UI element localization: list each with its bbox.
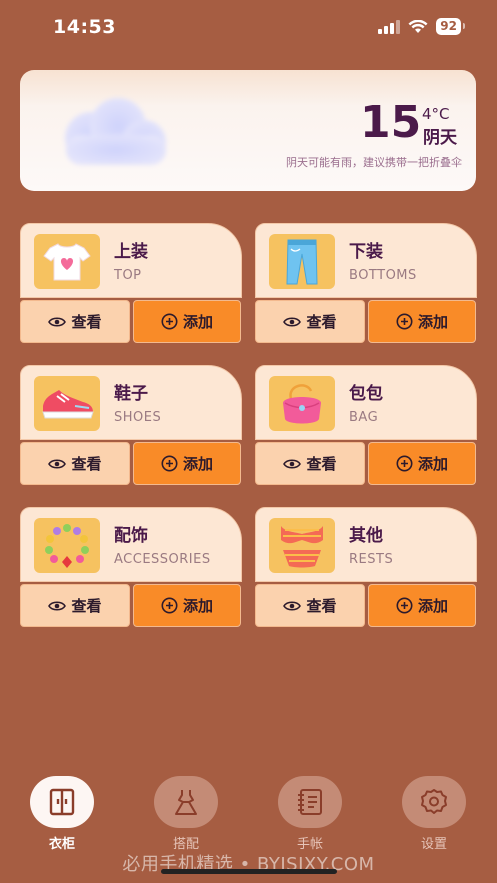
temperature-unit: 4°C [422,105,450,123]
eye-icon [283,316,302,327]
cloud-icon [65,98,166,165]
dress-icon [175,790,197,815]
add-button-label: 添加 [417,597,448,615]
battery-indicator: 92 [436,18,465,35]
category-subtitle: SHOES [114,410,162,425]
plus-circle-icon [161,597,178,614]
add-shoes-button[interactable]: 添加 [133,442,241,485]
temperature-value: 15 [360,97,422,148]
view-button-label: 查看 [71,597,102,615]
view-accessories-button[interactable]: 查看 [20,584,130,627]
view-shoes-button[interactable]: 查看 [20,442,130,485]
necklace-icon [34,518,100,573]
view-button-label: 查看 [306,455,337,473]
category-title: 鞋子 [114,384,148,404]
plus-circle-icon [161,313,178,330]
category-title: 下装 [349,242,383,262]
category-title: 配饰 [114,526,148,546]
eye-icon [48,316,67,327]
add-button-label: 添加 [182,597,213,615]
bikini-icon [269,518,335,573]
nav-item-settings[interactable]: 设置 [402,776,466,852]
notebook-icon [298,789,322,815]
plus-circle-icon [396,455,413,472]
status-icons: 92 [378,18,465,35]
category-subtitle: RESTS [349,552,394,567]
add-button-label: 添加 [182,455,213,473]
view-button-label: 查看 [71,455,102,473]
category-subtitle: BAG [349,410,379,425]
add-top-button[interactable]: 添加 [133,300,241,343]
add-accessories-button[interactable]: 添加 [133,584,241,627]
wardrobe-icon [49,788,75,816]
wifi-icon [408,19,428,33]
status-bar: 14:53 92 [0,0,497,56]
eye-icon [283,458,302,469]
status-time: 14:53 [53,16,116,38]
sneaker-icon [34,376,100,431]
home-indicator[interactable] [161,869,337,874]
eye-icon [48,600,67,611]
plus-circle-icon [396,313,413,330]
handbag-icon [269,376,335,431]
category-card-accessories[interactable]: 配饰 ACCESSORIES [20,507,242,582]
nav-item-wardrobe[interactable]: 衣柜 [30,776,94,852]
add-button-label: 添加 [417,455,448,473]
category-title: 包包 [349,384,383,404]
add-button-label: 添加 [417,313,448,331]
category-title: 其他 [349,526,383,546]
category-card-bag[interactable]: 包包 BAG [255,365,477,440]
jeans-icon [269,234,335,289]
view-button-label: 查看 [306,597,337,615]
view-button-label: 查看 [306,313,337,331]
nav-item-outfit[interactable]: 搭配 [154,776,218,852]
plus-circle-icon [161,455,178,472]
add-bag-button[interactable]: 添加 [368,442,476,485]
category-card-bottoms[interactable]: 下装 BOTTOMS [255,223,477,298]
view-bottoms-button[interactable]: 查看 [255,300,365,343]
category-subtitle: BOTTOMS [349,268,417,283]
add-button-label: 添加 [182,313,213,331]
category-title: 上装 [114,242,148,262]
cellular-signal-icon [378,19,401,34]
add-rests-button[interactable]: 添加 [368,584,476,627]
plus-circle-icon [396,597,413,614]
view-button-label: 查看 [71,313,102,331]
view-top-button[interactable]: 查看 [20,300,130,343]
weather-tip: 阴天可能有雨，建议携带一把折叠伞 [286,156,462,169]
eye-icon [48,458,67,469]
category-card-rests[interactable]: 其他 RESTS [255,507,477,582]
nav-item-journal[interactable]: 手帐 [278,776,342,852]
t-shirt-icon [34,234,100,289]
add-bottoms-button[interactable]: 添加 [368,300,476,343]
category-subtitle: TOP [114,268,142,283]
weather-card: 15 4°C 阴天 阴天可能有雨，建议携带一把折叠伞 [20,70,476,191]
weather-description: 阴天 [423,128,457,148]
eye-icon [283,600,302,611]
category-subtitle: ACCESSORIES [114,552,211,567]
view-rests-button[interactable]: 查看 [255,584,365,627]
gear-icon [421,789,447,814]
category-card-shoes[interactable]: 鞋子 SHOES [20,365,242,440]
category-card-top[interactable]: 上装 TOP [20,223,242,298]
view-bag-button[interactable]: 查看 [255,442,365,485]
